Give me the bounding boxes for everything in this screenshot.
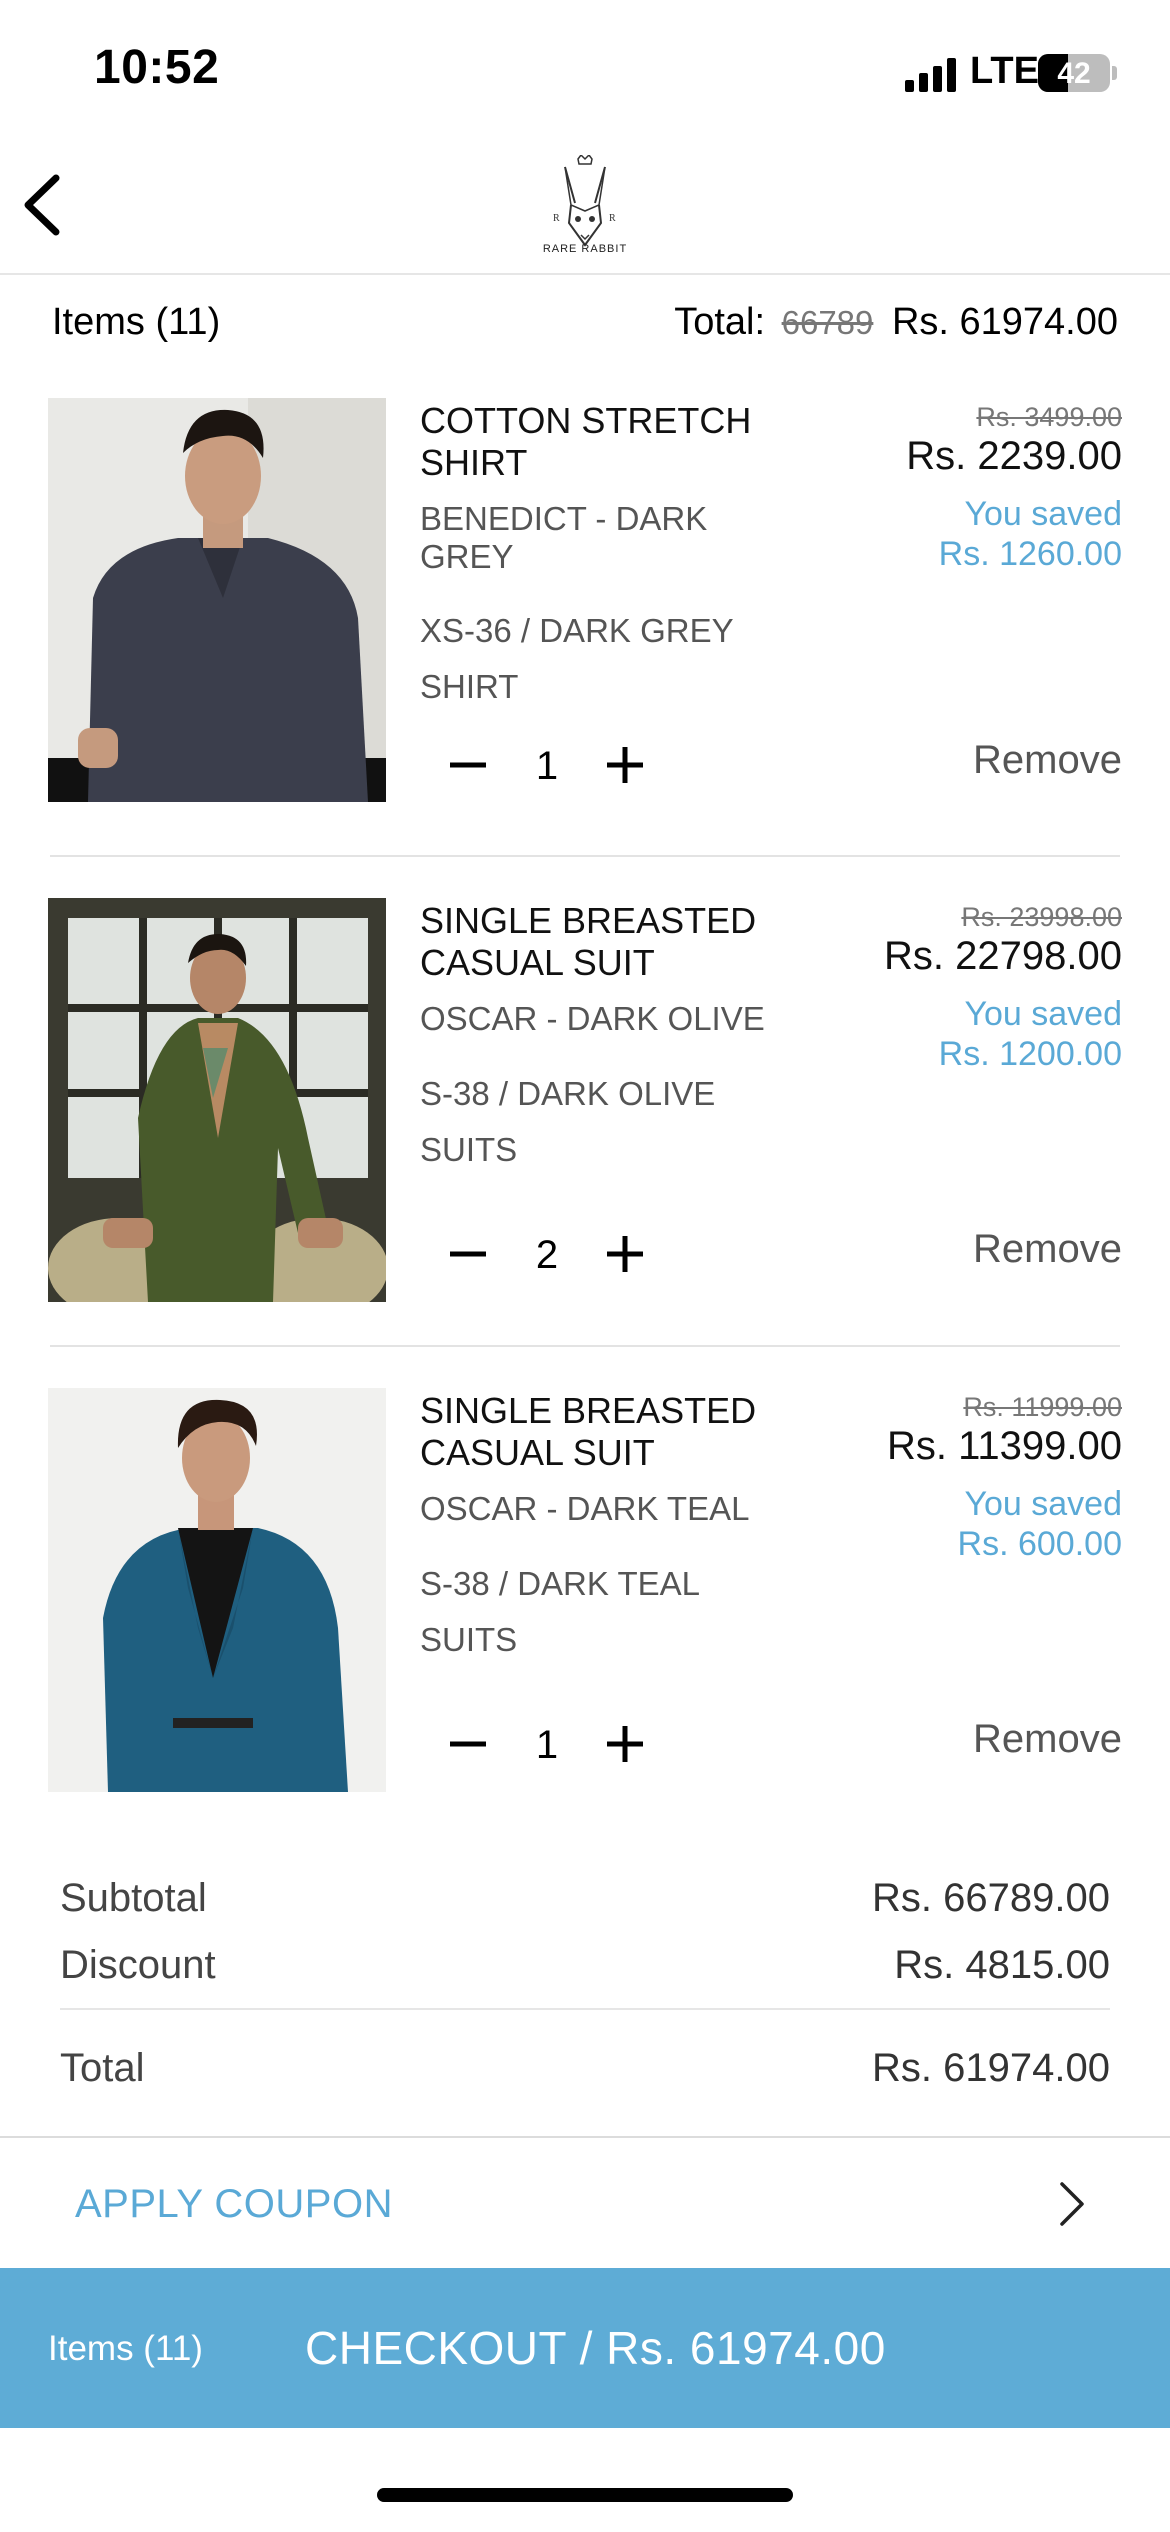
quantity-value: 1 — [535, 744, 559, 788]
brand-name: RARE RABBIT — [542, 243, 628, 255]
product-savings: You saved Rs. 1200.00 — [938, 995, 1122, 1073]
header-divider — [0, 273, 1170, 275]
remove-button[interactable]: Remove — [973, 738, 1122, 783]
network-type: LTE — [970, 50, 1039, 92]
items-count: Items (11) — [52, 301, 221, 343]
plus-icon[interactable] — [595, 1224, 655, 1284]
battery-icon: 42 — [1038, 54, 1110, 92]
product-original-price: Rs. 23998.00 — [961, 902, 1122, 932]
product-name[interactable]: COTTON STRETCH SHIRT — [420, 400, 820, 484]
product-price: Rs. 2239.00 — [906, 434, 1122, 478]
checkout-items-count: Items (11) — [48, 2329, 203, 2368]
subtotal-label: Subtotal — [60, 1876, 207, 1920]
svg-text:R: R — [609, 213, 616, 224]
status-time: 10:52 — [94, 41, 220, 94]
brand-logo-icon: R R — [553, 155, 616, 247]
product-image-olive-suit[interactable] — [48, 898, 386, 1302]
product-variant: BENEDICT - DARK GREY — [420, 500, 708, 575]
total-value: Rs. 61974.00 — [872, 2046, 1110, 2090]
product-name[interactable]: SINGLE BREASTED CASUAL SUIT — [420, 900, 820, 984]
product-image-shirt[interactable] — [48, 398, 386, 802]
chevron-right-icon[interactable] — [1052, 2178, 1092, 2230]
minus-icon[interactable] — [438, 1714, 498, 1774]
minus-icon[interactable] — [438, 735, 498, 795]
discount-value: Rs. 4815.00 — [894, 1943, 1110, 1987]
product-original-price: Rs. 11999.00 — [963, 1392, 1122, 1422]
cart-total: Total: 66789 Rs. 61974.00 — [674, 301, 1118, 344]
signal-icon — [905, 58, 956, 92]
subtotal-value: Rs. 66789.00 — [872, 1876, 1110, 1920]
product-size: XS-36 / DARK GREY SHIRT — [420, 612, 734, 705]
item-divider — [50, 855, 1120, 857]
product-image-teal-suit[interactable] — [48, 1388, 386, 1792]
cart-total-label: Total: — [674, 301, 766, 343]
product-price: Rs. 22798.00 — [884, 934, 1122, 978]
discount-label: Discount — [60, 1943, 216, 1987]
cart-total-new: Rs. 61974.00 — [891, 301, 1118, 343]
product-size: S-38 / DARK OLIVE SUITS — [420, 1075, 716, 1168]
cart-total-old: 66789 — [781, 304, 874, 341]
quantity-value: 2 — [535, 1233, 559, 1277]
product-variant: OSCAR - DARK TEAL — [420, 1490, 750, 1527]
back-arrow-icon[interactable] — [18, 170, 68, 240]
checkout-label[interactable]: CHECKOUT / Rs. 61974.00 — [305, 2321, 886, 2375]
battery-nub — [1112, 66, 1117, 80]
product-size: S-38 / DARK TEAL SUITS — [420, 1565, 701, 1658]
plus-icon[interactable] — [595, 735, 655, 795]
item-divider — [50, 1345, 1120, 1347]
remove-button[interactable]: Remove — [973, 1717, 1122, 1762]
product-price: Rs. 11399.00 — [887, 1424, 1122, 1468]
product-name[interactable]: SINGLE BREASTED CASUAL SUIT — [420, 1390, 820, 1474]
product-original-price: Rs. 3499.00 — [976, 402, 1122, 432]
product-savings: You saved Rs. 600.00 — [957, 1485, 1122, 1563]
total-label: Total — [60, 2046, 145, 2090]
plus-icon[interactable] — [595, 1714, 655, 1774]
battery-level: 42 — [1057, 57, 1091, 90]
product-variant: OSCAR - DARK OLIVE — [420, 1000, 765, 1037]
quantity-value: 1 — [535, 1723, 559, 1767]
home-indicator — [377, 2488, 793, 2502]
minus-icon[interactable] — [438, 1224, 498, 1284]
svg-text:R: R — [553, 213, 560, 224]
remove-button[interactable]: Remove — [973, 1227, 1122, 1272]
product-savings: You saved Rs. 1260.00 — [938, 495, 1122, 573]
summary-divider — [60, 2008, 1110, 2010]
apply-coupon-label[interactable]: APPLY COUPON — [75, 2182, 393, 2227]
